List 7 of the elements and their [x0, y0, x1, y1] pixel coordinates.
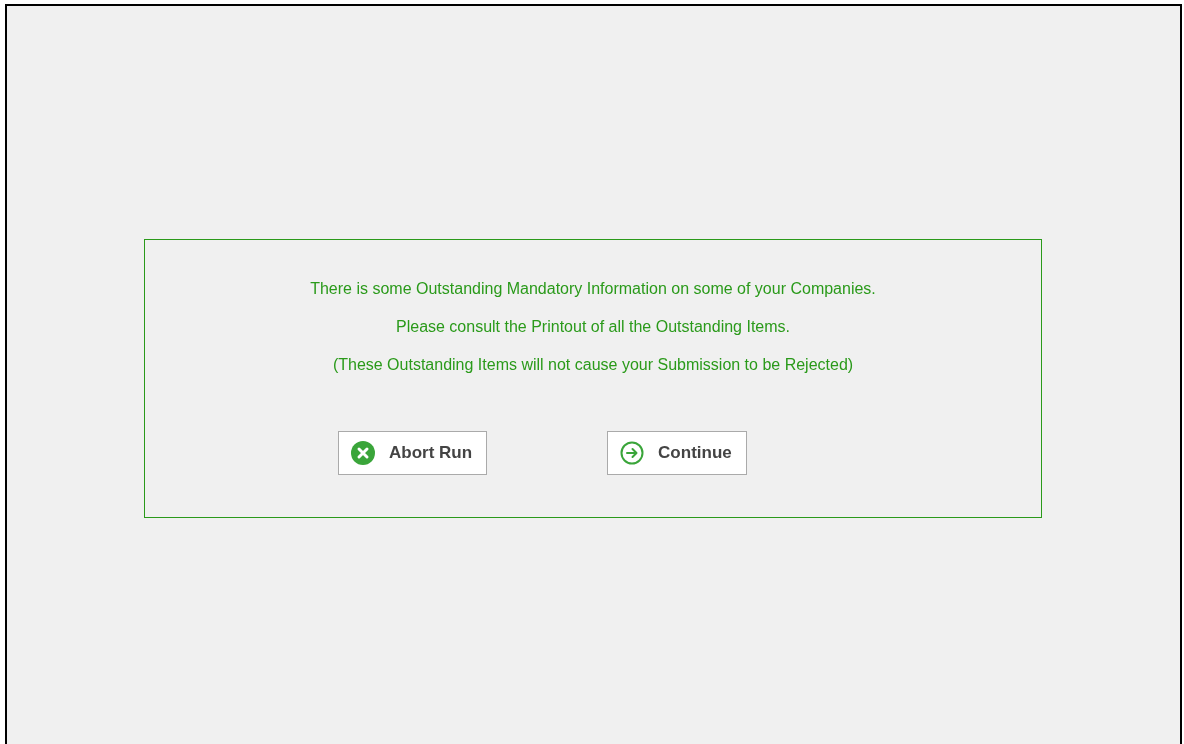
continue-button[interactable]: Continue	[607, 431, 747, 475]
message-text: (These Outstanding Items will not cause your Submission to be Rejected)	[332, 355, 854, 375]
arrow-circle-icon	[620, 441, 645, 465]
message-text: Please consult the Printout of all the Outstanding Items.	[396, 317, 790, 337]
close-circle-icon	[351, 441, 375, 465]
abort-button[interactable]: Abort Run	[338, 431, 488, 475]
message-text: There is some Outstanding Mandatory Information on some of your Companies.	[310, 279, 876, 299]
